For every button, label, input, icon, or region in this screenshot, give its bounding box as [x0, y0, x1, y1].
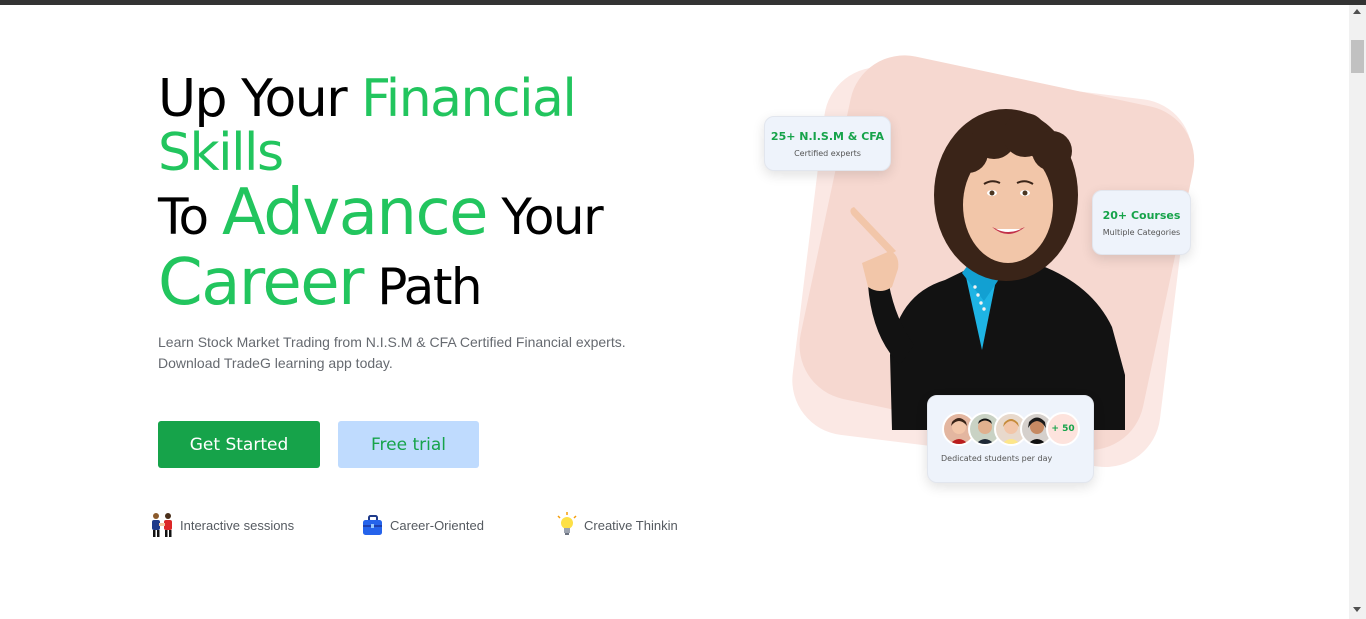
courses-stat-card: 20+ Courses Multiple Categories	[1092, 190, 1191, 255]
browser-top-bar	[0, 0, 1366, 5]
scroll-up-arrow-icon[interactable]	[1353, 9, 1361, 14]
headline-line-2: Skills	[158, 123, 284, 183]
page-scrollbar[interactable]	[1349, 5, 1366, 619]
scrollbar-thumb[interactable]	[1351, 40, 1364, 73]
feature-creative-thinking: Creative Thinkin	[556, 510, 678, 540]
headline-line-3: To Advance Your	[158, 176, 604, 250]
hero-description: Learn Stock Market Trading from N.I.S.M …	[158, 334, 626, 371]
headline-line-1: Up Your Financial	[158, 69, 577, 129]
free-trial-button[interactable]: Free trial	[338, 421, 479, 468]
lightbulb-icon	[557, 512, 577, 535]
people-meeting-icon	[152, 513, 172, 537]
briefcase-icon	[363, 515, 382, 535]
feature-career-oriented: Career-Oriented	[362, 510, 484, 540]
experts-stat-card: 25+ N.I.S.M & CFA Certified experts	[764, 116, 891, 171]
headline-line-4: Career Path	[158, 246, 483, 320]
students-stat-card: + 50 Dedicated students per day	[927, 395, 1094, 483]
hero-headline: Up Your Financial Skills To Advance Your…	[158, 69, 604, 320]
students-count-badge: + 50	[1046, 412, 1080, 446]
feature-interactive-sessions: Interactive sessions	[150, 510, 294, 540]
hero-image: 25+ N.I.S.M & CFA Certified experts 20+ …	[740, 55, 1210, 495]
get-started-button[interactable]: Get Started	[158, 421, 320, 468]
scroll-down-arrow-icon[interactable]	[1353, 607, 1361, 612]
